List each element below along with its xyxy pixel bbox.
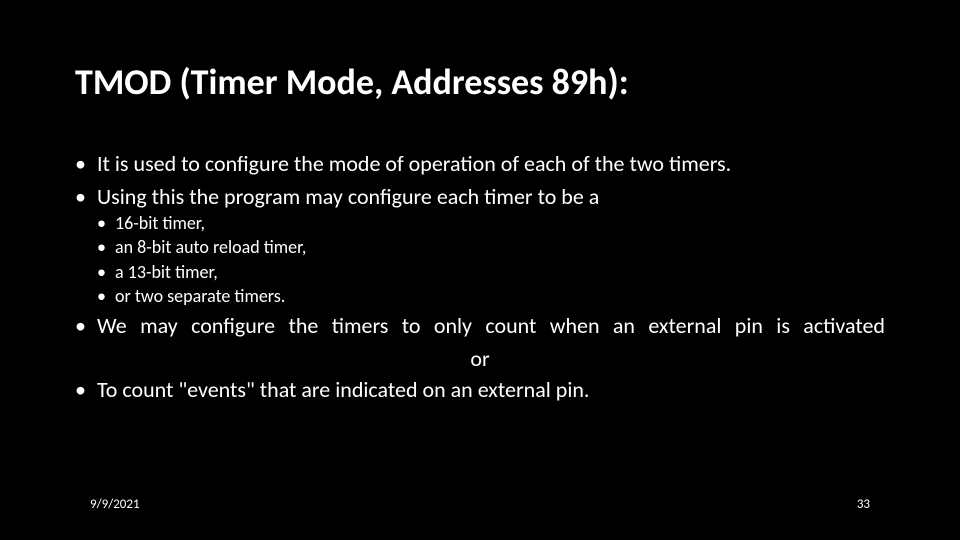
sub-bullet-item: or two separate timers.: [97, 284, 885, 308]
slide-title: TMOD (Timer Mode, Addresses 89h):: [75, 62, 885, 103]
sub-bullet-list: 16-bit timer, an 8-bit auto reload timer…: [97, 211, 885, 308]
sub-bullet-item: a 13-bit timer,: [97, 260, 885, 284]
bullet-list: It is used to configure the mode of oper…: [75, 150, 885, 341]
bullet-list: To count "events" that are indicated on …: [75, 376, 885, 405]
bullet-item: We may configure the timers to only coun…: [75, 312, 885, 341]
slide-body: It is used to configure the mode of oper…: [75, 150, 885, 408]
sub-bullet-item: 16-bit timer,: [97, 211, 885, 235]
sub-bullet-item: an 8-bit auto reload timer,: [97, 235, 885, 259]
slide: TMOD (Timer Mode, Addresses 89h): It is …: [0, 0, 960, 540]
footer-page-number: 33: [857, 497, 870, 512]
footer-date: 9/9/2021: [90, 497, 140, 512]
bullet-item: Using this the program may configure eac…: [75, 183, 885, 309]
or-separator: or: [75, 345, 885, 374]
bullet-item: To count "events" that are indicated on …: [75, 376, 885, 405]
bullet-text: Using this the program may configure eac…: [97, 183, 599, 210]
bullet-item: It is used to configure the mode of oper…: [75, 150, 885, 179]
